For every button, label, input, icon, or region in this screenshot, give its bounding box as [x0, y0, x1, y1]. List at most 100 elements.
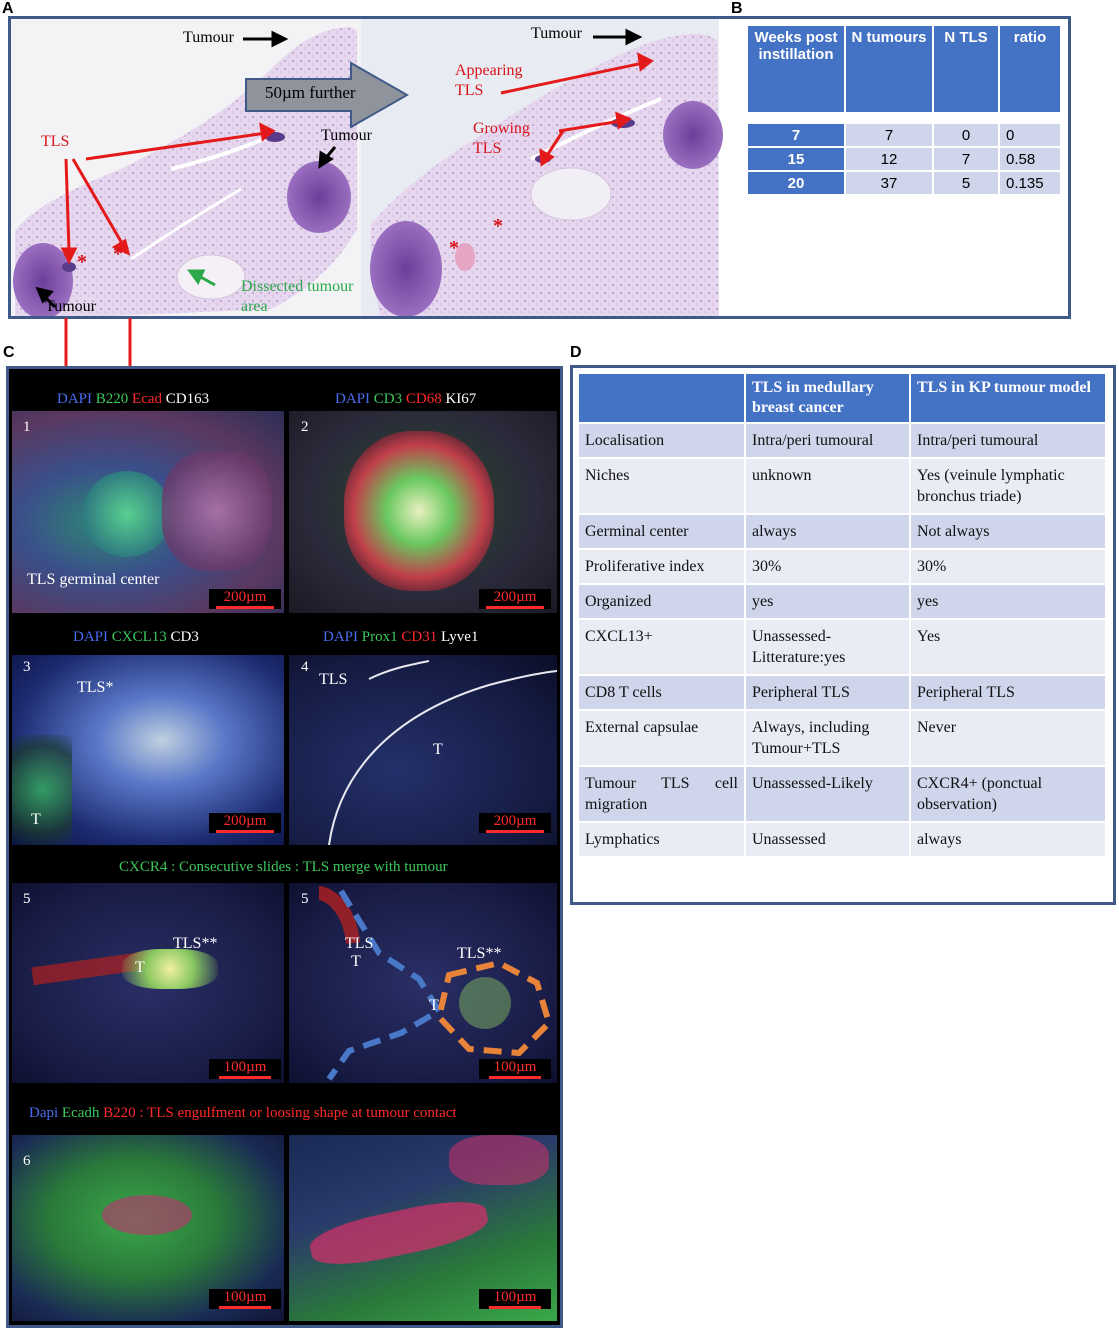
cell-feature: Niches: [579, 458, 746, 515]
cell-ratio: 0: [1000, 124, 1060, 146]
panel-letter-d: D: [570, 344, 582, 361]
header-feature: [579, 374, 746, 424]
header-weeks: Weeks post instillation: [748, 26, 844, 112]
cell-feature: CD8 T cells: [579, 675, 746, 711]
asterisk-4: *: [493, 215, 503, 237]
cell-feature: External capsulae: [579, 710, 746, 767]
cell-n-tumours: 37: [846, 172, 932, 194]
title-row3: CXCR4 : Consecutive slides : TLS merge w…: [119, 859, 448, 875]
cell-breast: unknown: [745, 458, 911, 515]
label-tls-star: TLS*: [77, 679, 114, 696]
scalebar-100-1: 100µm: [209, 1059, 281, 1079]
label-t-5b-2: T: [429, 997, 439, 1014]
label-tls-4: TLS: [319, 671, 348, 688]
cell-n-tumours: 12: [846, 148, 932, 170]
cell-kp: Intra/peri tumoural: [910, 423, 1107, 459]
right-dissected-area: [530, 167, 612, 221]
cell-breast: yes: [745, 584, 911, 620]
cell-kp: Never: [910, 710, 1107, 767]
title-row4: Dapi Ecadh B220 : TLS engulfment or loos…: [29, 1105, 457, 1121]
cell-n-tls: 7: [934, 148, 998, 170]
scalebar-200-4: 200µm: [479, 813, 551, 833]
cell-ratio: 0.135: [1000, 172, 1060, 194]
table-row: 7 7 0 0: [748, 124, 1060, 146]
num-1: 1: [23, 419, 31, 435]
num-5a: 5: [23, 891, 31, 907]
cell-kp: 30%: [910, 549, 1107, 585]
cell-feature: Organized: [579, 584, 746, 620]
num-2: 2: [301, 419, 309, 435]
cell-ratio: 0.58: [1000, 148, 1060, 170]
num-3: 3: [23, 659, 31, 675]
cell-feature: Tumour TLS cell migration: [579, 766, 746, 823]
scalebar-200-3: 200µm: [209, 813, 281, 833]
header-n-tls: N TLS: [934, 26, 998, 112]
cell-breast: Peripheral TLS: [745, 675, 911, 711]
cell-kp: yes: [910, 584, 1107, 620]
table-row: Proliferative index 30% 30%: [579, 549, 1107, 585]
scalebar-100-3: 100µm: [209, 1289, 281, 1309]
cell-feature: Lymphatics: [579, 822, 746, 858]
title-row2-left: DAPI CXCL13 CD3: [73, 629, 199, 645]
title-row1-left: DAPI B220 Ecad CD163: [57, 391, 210, 407]
micrograph-5b: [289, 883, 557, 1083]
label-growing-tls: Growing TLS: [473, 120, 530, 157]
table-row: Niches unknown Yes (veinule lymphatic br…: [579, 458, 1107, 515]
panel-c-immunofluorescence: DAPI B220 Ecad CD163 DAPI CD3 CD68 KI67 …: [6, 366, 563, 1328]
cell-kp: Yes (veinule lymphatic bronchus triade): [910, 458, 1107, 515]
header-breast-cancer: TLS in medullary breast cancer: [745, 374, 911, 424]
header-kp-model: TLS in KP tumour model: [910, 374, 1107, 424]
cell-breast: Always, including Tumour+TLS: [745, 710, 911, 767]
scalebar-200-2: 200µm: [479, 589, 551, 609]
cell-feature: Proliferative index: [579, 549, 746, 585]
cell-breast: always: [745, 514, 911, 550]
label-t-4: T: [433, 741, 443, 758]
micrograph-2: [289, 411, 557, 613]
label-tls-germinal-center: TLS germinal center: [27, 571, 160, 588]
cell-breast: Unassessed-Likely: [745, 766, 911, 823]
cell-breast: Unassessed-Litterature:yes: [745, 619, 911, 676]
num-4: 4: [301, 659, 309, 675]
title-row2-right: DAPI Prox1 CD31 Lyve1: [323, 629, 479, 645]
table-row: Lymphatics Unassessed always: [579, 822, 1107, 858]
title-row1-right: DAPI CD3 CD68 KI67: [335, 391, 477, 407]
table-row: 15 12 7 0.58: [748, 148, 1060, 170]
table-row: CXCL13+ Unassessed-Litterature:yes Yes: [579, 619, 1107, 676]
label-tumour-top-right: Tumour: [531, 25, 582, 42]
cell-n-tls: 5: [934, 172, 998, 194]
scalebar-100-2: 100µm: [479, 1059, 551, 1079]
cell-breast: Intra/peri tumoural: [745, 423, 911, 459]
header-n-tumours: N tumours: [846, 26, 932, 112]
table-row: Localisation Intra/peri tumoural Intra/p…: [579, 423, 1107, 459]
cell-weeks: 7: [748, 124, 844, 146]
table-row: 20 37 5 0.135: [748, 172, 1060, 194]
label-tumour-mid: Tumour: [321, 127, 372, 144]
cell-n-tumours: 7: [846, 124, 932, 146]
cell-weeks: 20: [748, 172, 844, 194]
cell-breast: Unassessed: [745, 822, 911, 858]
tumour-mass-right-bottom: [370, 221, 442, 316]
label-t-5a: T: [135, 959, 145, 976]
cell-feature: Germinal center: [579, 514, 746, 550]
cell-weeks: 15: [748, 148, 844, 170]
cell-feature: Localisation: [579, 423, 746, 459]
table-row: Germinal center always Not always: [579, 514, 1107, 550]
num-5b: 5: [301, 891, 309, 907]
label-tls-double-star-b: TLS**: [457, 945, 502, 962]
cell-kp: always: [910, 822, 1107, 858]
table-row: Tumour TLS cell migration Unassessed-Lik…: [579, 766, 1107, 823]
scalebar-200-1: 200µm: [209, 589, 281, 609]
label-tls-double-star-a: TLS**: [173, 935, 218, 952]
label-appearing-tls: Appearing TLS: [455, 62, 523, 99]
panel-d-comparison-table: TLS in medullary breast cancer TLS in KP…: [570, 365, 1116, 905]
label-t-3: T: [31, 811, 41, 828]
header-ratio: ratio: [1000, 26, 1060, 112]
num-6: 6: [23, 1153, 31, 1169]
label-tls-5b: TLS: [345, 935, 374, 952]
cell-kp: Not always: [910, 514, 1107, 550]
tumour-mass-right-mid: [663, 101, 723, 169]
cell-kp: Yes: [910, 619, 1107, 676]
label-t-5b-1: T: [351, 953, 361, 970]
cell-n-tls: 0: [934, 124, 998, 146]
cell-feature: CXCL13+: [579, 619, 746, 676]
